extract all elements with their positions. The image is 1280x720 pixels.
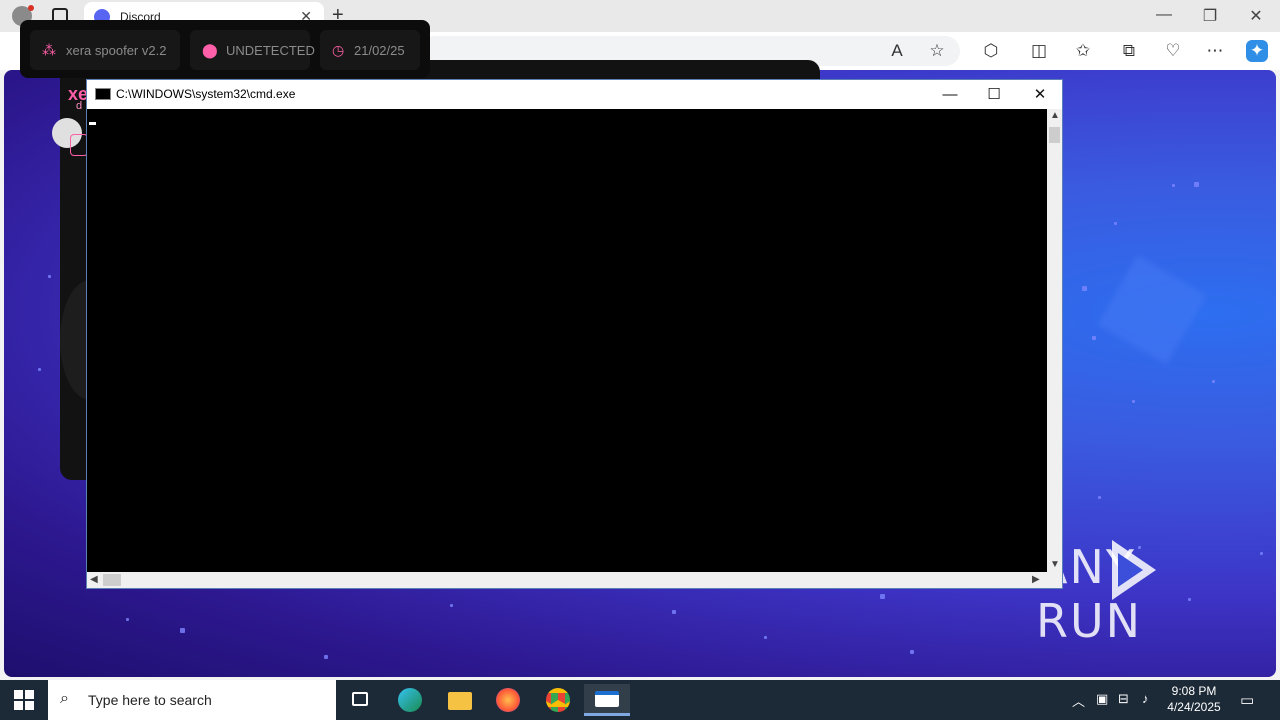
vertical-scroll-thumb[interactable] <box>1049 127 1060 143</box>
task-view-icon[interactable] <box>340 684 380 716</box>
network-status-icon[interactable]: ⊟ <box>1118 691 1129 707</box>
tray-device-icon[interactable]: ▣ <box>1096 691 1108 707</box>
location-pin-icon: ⬤ <box>202 42 218 58</box>
browser-minimize-button[interactable]: — <box>1154 6 1174 24</box>
windows-start-icon[interactable] <box>14 690 34 710</box>
decor-cube <box>1097 255 1207 365</box>
cmd-title-bar[interactable]: C:\WINDOWS\system32\cmd.exe — ☐ ✕ <box>87 80 1062 109</box>
clock-icon: ◷ <box>332 42 345 58</box>
file-explorer-icon[interactable] <box>440 684 480 716</box>
extensions-icon[interactable]: ⬡ <box>980 40 1002 62</box>
search-icon: ⌕ <box>60 690 69 707</box>
cmd-vertical-scrollbar[interactable]: ▲ ▼ <box>1047 109 1062 572</box>
favorites-icon[interactable]: ✩ <box>1072 40 1094 62</box>
edge-icon[interactable] <box>390 684 430 716</box>
firefox-icon[interactable] <box>488 684 528 716</box>
cmd-app-icon <box>95 88 111 100</box>
status-date: ◷ 21/02/25 <box>320 30 420 70</box>
taskbar-search-box[interactable]: ⌕ Type here to search <box>48 680 336 720</box>
chrome-icon[interactable] <box>538 684 578 716</box>
cmd-console[interactable] <box>87 109 1047 572</box>
spoofer-sub: d <box>76 100 83 112</box>
watermark-right: RUN <box>1036 594 1143 648</box>
anyrun-watermark: ANYRUN <box>1036 540 1280 648</box>
taskbar: ⌕ Type here to search ︿ ▣ ⊟ ♪ 9:08 PM 4/… <box>0 680 1280 720</box>
more-options-icon[interactable]: ⋯ <box>1204 40 1226 62</box>
clock-time: 9:08 PM <box>1171 684 1217 698</box>
scroll-down-icon[interactable]: ▼ <box>1050 559 1060 570</box>
status-date-text: 21/02/25 <box>354 43 405 58</box>
cmd-cursor <box>89 122 96 125</box>
tray-chevron-icon[interactable]: ︿ <box>1072 691 1085 710</box>
cmd-minimize-button[interactable]: — <box>927 82 973 108</box>
volume-icon[interactable]: ♪ <box>1142 691 1149 706</box>
cmd-maximize-button[interactable]: ☐ <box>971 82 1017 108</box>
clock-date: 4/24/2025 <box>1167 700 1221 714</box>
cmd-window[interactable]: C:\WINDOWS\system32\cmd.exe — ☐ ✕ ▲ ▼ ◀ … <box>86 79 1063 589</box>
favorite-star-icon[interactable]: ☆ <box>926 40 948 62</box>
scroll-up-icon[interactable]: ▲ <box>1050 110 1060 121</box>
status-version-text: xera spoofer v2.2 <box>66 43 167 58</box>
cmd-taskbar-icon[interactable] <box>584 684 630 716</box>
read-aloud-icon[interactable]: A <box>886 40 908 62</box>
copilot-icon[interactable]: ✦ <box>1246 40 1268 62</box>
cmd-horizontal-scrollbar[interactable]: ◀ ▶ <box>87 572 1062 588</box>
search-placeholder: Type here to search <box>88 692 212 708</box>
collections-icon[interactable]: ⧉ <box>1118 40 1140 62</box>
taskbar-clock[interactable]: 9:08 PM 4/24/2025 <box>1162 683 1226 715</box>
cmd-title: C:\WINDOWS\system32\cmd.exe <box>116 87 296 101</box>
cmd-close-button[interactable]: ✕ <box>1017 82 1063 108</box>
scroll-right-icon[interactable]: ▶ <box>1032 574 1040 585</box>
status-detection: ⬤ UNDETECTED <box>190 30 315 70</box>
browser-essentials-icon[interactable]: ♡ <box>1162 40 1184 62</box>
notification-dot <box>28 5 34 11</box>
split-screen-icon[interactable]: ◫ <box>1028 40 1050 62</box>
network-icon: ⁂ <box>42 42 56 58</box>
status-version: ⁂ xera spoofer v2.2 <box>30 30 180 70</box>
horizontal-scroll-thumb[interactable] <box>103 574 121 586</box>
scroll-left-icon[interactable]: ◀ <box>90 574 98 585</box>
status-detection-text: UNDETECTED <box>226 43 315 58</box>
browser-close-button[interactable]: ✕ <box>1246 6 1266 26</box>
browser-restore-button[interactable]: ❐ <box>1200 6 1220 26</box>
notifications-icon[interactable]: ▭ <box>1240 691 1254 709</box>
spoofer-status-bar: ⁂ xera spoofer v2.2 ⬤ UNDETECTED ◷ 21/02… <box>20 20 430 78</box>
